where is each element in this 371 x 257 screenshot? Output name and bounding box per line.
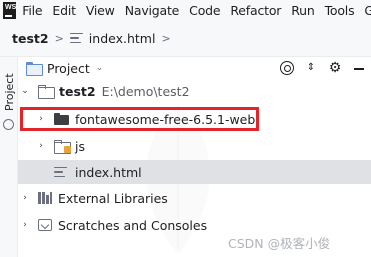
html-file-icon: [54, 166, 67, 178]
scratches-icon: [38, 219, 52, 231]
csdn-watermark: CSDN @极客小俊: [228, 236, 331, 251]
locate-target-icon[interactable]: [280, 61, 294, 75]
tree-item-label: js: [75, 138, 85, 154]
breadcrumb-project[interactable]: test2: [12, 31, 49, 46]
menu-file[interactable]: File: [22, 3, 42, 18]
root-name: test2: [59, 83, 96, 99]
webstorm-logo-icon[interactable]: WS: [3, 1, 17, 19]
menu-view[interactable]: View: [86, 3, 115, 18]
chevron-down-icon[interactable]: ⌄: [20, 86, 30, 96]
menu-code[interactable]: Code: [189, 3, 220, 18]
project-tree: ⌄ test2 E:\demo\test2 › fontawesome-free…: [18, 79, 371, 257]
gear-icon[interactable]: ⚙: [328, 61, 342, 75]
chevron-right-icon[interactable]: ›: [20, 193, 30, 203]
libraries-icon: [38, 192, 52, 204]
breadcrumb-separator: >: [54, 31, 64, 45]
hide-panel-icon[interactable]: [352, 61, 366, 75]
root-path: E:\demo\test2: [101, 83, 190, 99]
tree-item-label: fontawesome-free-6.5.1-web: [75, 111, 256, 127]
js-badge-icon: [64, 146, 71, 153]
menu-tools[interactable]: Tools: [325, 3, 355, 18]
tree-row-index-html[interactable]: index.html: [18, 160, 371, 184]
menu-edit[interactable]: Edit: [52, 3, 76, 18]
tool-window-stripe: Project: [0, 57, 18, 257]
project-tool-label: Project: [3, 73, 16, 111]
project-panel-title[interactable]: Project: [47, 61, 90, 76]
tree-item-label: Scratches and Consoles: [58, 217, 208, 233]
breadcrumb-file[interactable]: index.html: [89, 31, 156, 46]
js-folder-icon: [54, 140, 71, 154]
menu-refactor[interactable]: Refactor: [230, 3, 281, 18]
commit-icon[interactable]: [3, 119, 14, 130]
project-folder-icon: [26, 62, 43, 76]
breadcrumb: test2 > index.html >: [0, 20, 371, 57]
breadcrumb-separator: >: [161, 31, 171, 45]
menu-bar: WS File Edit View Navigate Code Refactor…: [0, 0, 371, 20]
chevron-down-icon[interactable]: ⌄: [96, 63, 104, 73]
menu-run[interactable]: Run: [291, 3, 315, 18]
project-panel-header: Project ⌄ ⇕ ⚙: [18, 57, 371, 79]
folder-icon: [54, 113, 69, 125]
logo-text: WS: [5, 3, 17, 11]
expand-collapse-icon[interactable]: ⇕: [304, 61, 318, 75]
folder-icon: [38, 85, 55, 99]
tree-row-root[interactable]: ⌄ test2 E:\demo\test2: [18, 79, 371, 103]
tree-row-fontawesome[interactable]: › fontawesome-free-6.5.1-web: [18, 107, 371, 131]
tree-item-label: External Libraries: [58, 190, 168, 206]
project-panel-toolbar: ⇕ ⚙: [275, 57, 371, 79]
tree-item-label: index.html: [75, 164, 142, 180]
tree-row-external-libraries[interactable]: › External Libraries: [18, 186, 371, 210]
project-tool-tab[interactable]: Project: [2, 61, 16, 113]
chevron-right-icon[interactable]: ›: [36, 141, 46, 151]
tree-row-js[interactable]: › js: [18, 134, 371, 158]
menu-git[interactable]: G: [364, 3, 371, 18]
chevron-right-icon[interactable]: ›: [20, 220, 30, 230]
menu-navigate[interactable]: Navigate: [125, 3, 180, 18]
chevron-right-icon[interactable]: ›: [36, 114, 46, 124]
html-file-icon: [69, 32, 83, 44]
